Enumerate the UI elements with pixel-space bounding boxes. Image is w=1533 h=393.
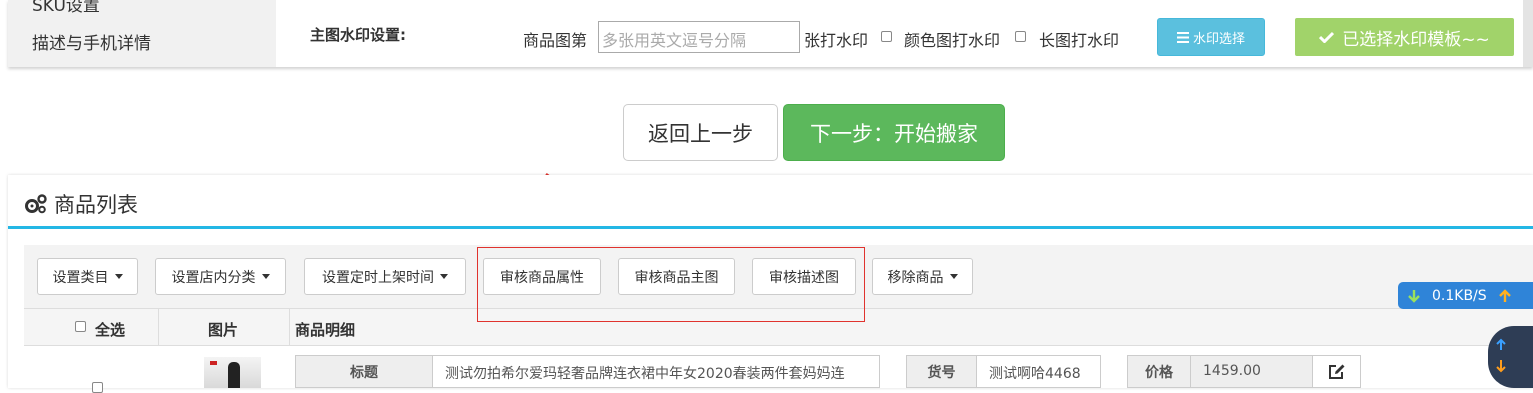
watermark-select-label: 水印选择 xyxy=(1192,31,1245,47)
caret-down-icon xyxy=(949,274,958,279)
caret-down-icon xyxy=(114,274,123,279)
remove-product-label: 移除商品 xyxy=(887,269,944,286)
title-input[interactable]: 测试勿拍希尔爱玛轻奢品牌连衣裙中年女2020春装两件套妈妈连 xyxy=(432,355,880,388)
product-thumbnail[interactable] xyxy=(204,357,261,388)
edit-icon xyxy=(1328,364,1344,379)
set-category-button[interactable]: 设置类目 xyxy=(37,258,138,295)
sku-input[interactable]: 测试啊哈4468 xyxy=(976,355,1101,388)
caret-down-icon xyxy=(261,274,270,279)
price-value: 1459.00 xyxy=(1190,355,1313,388)
image-no-input[interactable]: 多张用英文逗号分隔 xyxy=(598,21,800,53)
panel-scrollbar[interactable] xyxy=(1523,0,1533,67)
up-down-arrows-icon xyxy=(1496,338,1506,373)
side-nav-item-sku[interactable]: SKU设置 xyxy=(32,0,100,16)
table-row: 标题 测试勿拍希尔爱玛轻奢品牌连衣裙中年女2020春装两件套妈妈连 货号 测试啊… xyxy=(24,346,1533,393)
detail-column-header: 商品明细 xyxy=(295,321,356,339)
caret-down-icon xyxy=(440,274,448,279)
list-icon xyxy=(1176,31,1189,43)
set-category-label: 设置类目 xyxy=(52,269,109,286)
remove-product-button[interactable]: 移除商品 xyxy=(872,258,973,295)
color-image-label: 颜色图打水印 xyxy=(904,31,1001,50)
select-all-label: 全选 xyxy=(95,321,126,339)
set-schedule-label: 设置定时上架时间 xyxy=(322,269,434,286)
column-divider xyxy=(289,309,290,347)
color-image-checkbox[interactable] xyxy=(1015,31,1026,42)
watermark-settings-panel: SKU设置 描述与手机详情 主图水印设置: 商品图第 多张用英文逗号分隔 张打水… xyxy=(8,0,1533,67)
next-button[interactable]: 下一步：开始搬家 xyxy=(783,104,1005,161)
product-list-title: 商品列表 xyxy=(54,193,138,217)
download-arrow-icon xyxy=(1408,289,1420,303)
product-list-header: 商品列表 xyxy=(8,175,1533,229)
title-label: 标题 xyxy=(295,355,433,388)
check-icon xyxy=(1319,31,1335,43)
set-store-category-label: 设置店内分类 xyxy=(171,269,256,286)
floating-tool-widget[interactable] xyxy=(1488,326,1533,388)
image-column-header: 图片 xyxy=(208,321,239,339)
gears-icon xyxy=(25,194,47,214)
set-store-category-button[interactable]: 设置店内分类 xyxy=(155,258,286,295)
watermark-selected-button[interactable]: 已选择水印模板~~ xyxy=(1295,18,1514,56)
image-no-label: 商品图第 xyxy=(523,31,588,50)
highlight-box xyxy=(477,247,865,322)
select-all-checkbox[interactable] xyxy=(75,321,86,332)
watermark-section-label: 主图水印设置: xyxy=(310,26,406,44)
edit-price-button[interactable] xyxy=(1312,355,1361,388)
image-no-suffix: 张打水印 xyxy=(804,31,869,50)
column-divider xyxy=(158,309,159,347)
image-watermark-checkbox[interactable] xyxy=(881,31,892,42)
network-speed-widget[interactable]: 0.1KB/S xyxy=(1398,282,1533,309)
network-speed-value: 0.1KB/S xyxy=(1432,287,1487,304)
long-image-label: 长图打水印 xyxy=(1039,31,1120,50)
set-schedule-button[interactable]: 设置定时上架时间 xyxy=(304,258,466,295)
watermark-select-button[interactable]: 水印选择 xyxy=(1157,18,1265,56)
upload-arrow-icon xyxy=(1498,288,1511,302)
sku-label: 货号 xyxy=(906,355,977,388)
back-button[interactable]: 返回上一步 xyxy=(623,104,778,161)
side-nav: SKU设置 描述与手机详情 xyxy=(8,0,276,67)
watermark-selected-label: 已选择水印模板~~ xyxy=(1342,29,1490,50)
side-nav-item-description[interactable]: 描述与手机详情 xyxy=(32,29,151,54)
price-label: 价格 xyxy=(1127,355,1191,388)
